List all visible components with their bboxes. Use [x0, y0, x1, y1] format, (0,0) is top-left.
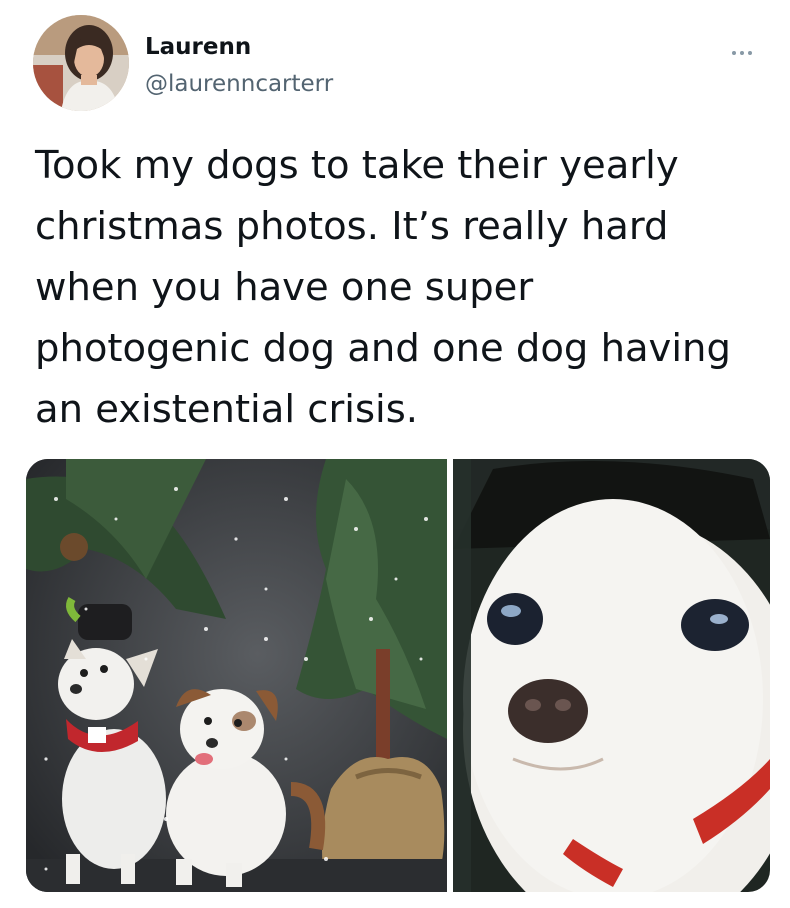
photo-two-dogs-image: [26, 459, 447, 892]
more-dot: [740, 51, 744, 55]
user-handle[interactable]: @laurenncarterr: [145, 70, 333, 98]
avatar-image: [33, 15, 129, 111]
more-dot: [748, 51, 752, 55]
media-grid: [26, 459, 770, 892]
tweet-text: Took my dogs to take their yearly christ…: [35, 143, 731, 432]
more-dot: [732, 51, 736, 55]
photo-dog-closeup[interactable]: [453, 459, 770, 892]
more-options-icon[interactable]: [722, 38, 762, 68]
tweet-card: Laurenn @laurenncarterr Took my dogs to …: [0, 0, 790, 908]
display-name[interactable]: Laurenn: [145, 33, 251, 61]
photo-dog-closeup-image: [453, 459, 770, 892]
avatar[interactable]: [33, 15, 129, 111]
photo-two-dogs[interactable]: [26, 459, 447, 892]
